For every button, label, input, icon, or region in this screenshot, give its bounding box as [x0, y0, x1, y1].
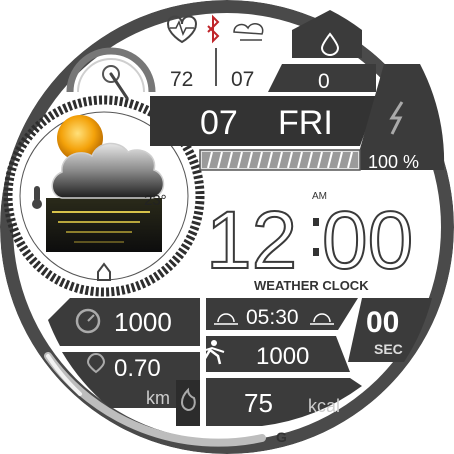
weather-temperature: 23°: [144, 192, 167, 209]
seconds-value: 00: [366, 306, 399, 339]
battery-percent: 100 %: [368, 152, 419, 172]
date-panel: [150, 96, 378, 146]
battery-bar: [199, 149, 361, 171]
clock-minutes: 00: [322, 195, 413, 286]
date-day: 07: [200, 104, 238, 142]
calories-unit: kcal: [308, 396, 340, 416]
gauge-label: G: [276, 429, 287, 445]
distance-value: 0.70: [114, 355, 161, 382]
seconds-unit: SEC: [374, 341, 403, 357]
watch-face: 23° 72 07 0 07 FRI 100 % AM 12 00 WEATHE…: [0, 0, 454, 454]
time-small-value: 07: [231, 68, 254, 91]
steps-value: 1000: [256, 343, 309, 370]
calories-value: 75: [244, 388, 273, 418]
clock-subtitle: WEATHER CLOCK: [254, 278, 369, 293]
heart-rate-value: 72: [170, 68, 193, 91]
speed-value: 1000: [114, 307, 172, 337]
date-weekday: FRI: [278, 104, 333, 142]
sunrise-time: 05:30: [246, 306, 299, 329]
distance-unit: km: [146, 388, 170, 408]
humidity-value: 0: [318, 70, 330, 93]
clock-hours: 12: [206, 195, 297, 286]
